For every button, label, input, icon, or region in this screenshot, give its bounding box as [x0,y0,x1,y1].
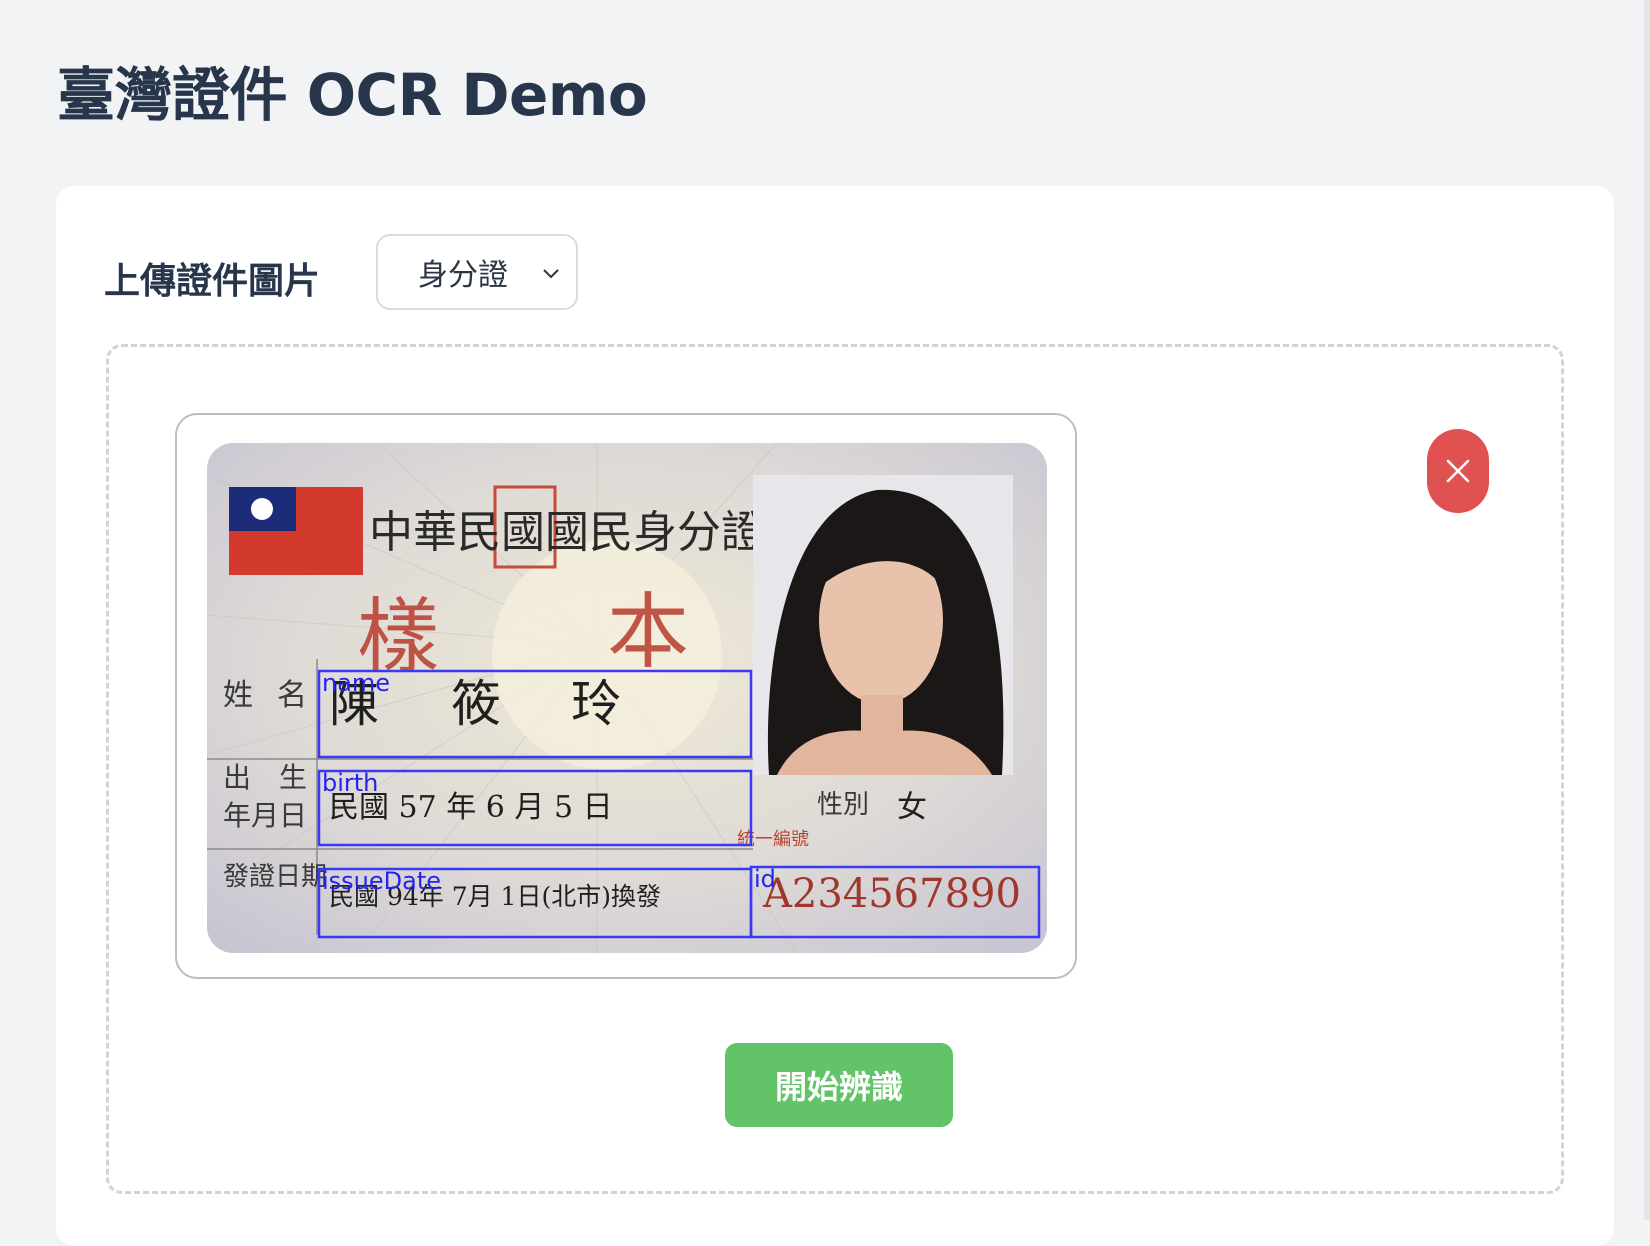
label-name-1: 姓 [223,678,253,713]
remove-image-button[interactable] [1427,429,1489,513]
label-name-2: 名 [277,678,307,713]
ocr-tag-name: name [322,669,390,697]
ocr-tag-issuedate: issueDate [322,867,441,895]
label-gender: 性別 [817,790,869,820]
id-card-artwork: 中華民國國民身分證 樣 本 姓 名 出 生 年月日 發證日期 性別 統一編號 陳… [206,442,1047,954]
upload-dropzone[interactable]: 中華民國國民身分證 樣 本 姓 名 出 生 年月日 發證日期 性別 統一編號 陳… [106,344,1564,1194]
upload-card: 上傳證件圖片 身分證 中華民國國民身分證 樣 本 姓 名 出 生 年月日 發證日… [56,186,1614,1246]
scrollbar-track[interactable] [1644,0,1650,1220]
chevron-down-icon [543,269,559,279]
label-birth-1: 出 生 [223,761,307,794]
name-char-3: 玲 [571,675,621,733]
label-issue: 發證日期 [223,862,327,892]
page-title: 臺灣證件 OCR Demo [57,61,648,129]
ocr-tag-birth: birth [322,769,378,797]
document-type-select[interactable]: 身分證 [376,234,578,310]
card-heading: 中華民國國民身分證 [369,507,765,558]
portrait-photo [753,475,1013,775]
ocr-tag-id: id [754,865,776,893]
flag-icon [229,487,363,575]
label-id-caption: 統一編號 [737,829,809,850]
id-card-preview-image: 中華民國國民身分證 樣 本 姓 名 出 生 年月日 發證日期 性別 統一編號 陳… [175,413,1077,979]
gender-value: 女 [897,790,927,825]
upload-label: 上傳證件圖片 [104,261,321,302]
document-type-value: 身分證 [418,258,508,293]
close-icon [1446,459,1470,483]
name-char-2: 筱 [451,675,501,733]
label-birth-2: 年月日 [223,799,307,832]
id-number: A234567890 [762,871,1021,917]
start-recognition-button[interactable]: 開始辨識 [725,1043,953,1127]
watermark-right: 本 [607,585,689,680]
